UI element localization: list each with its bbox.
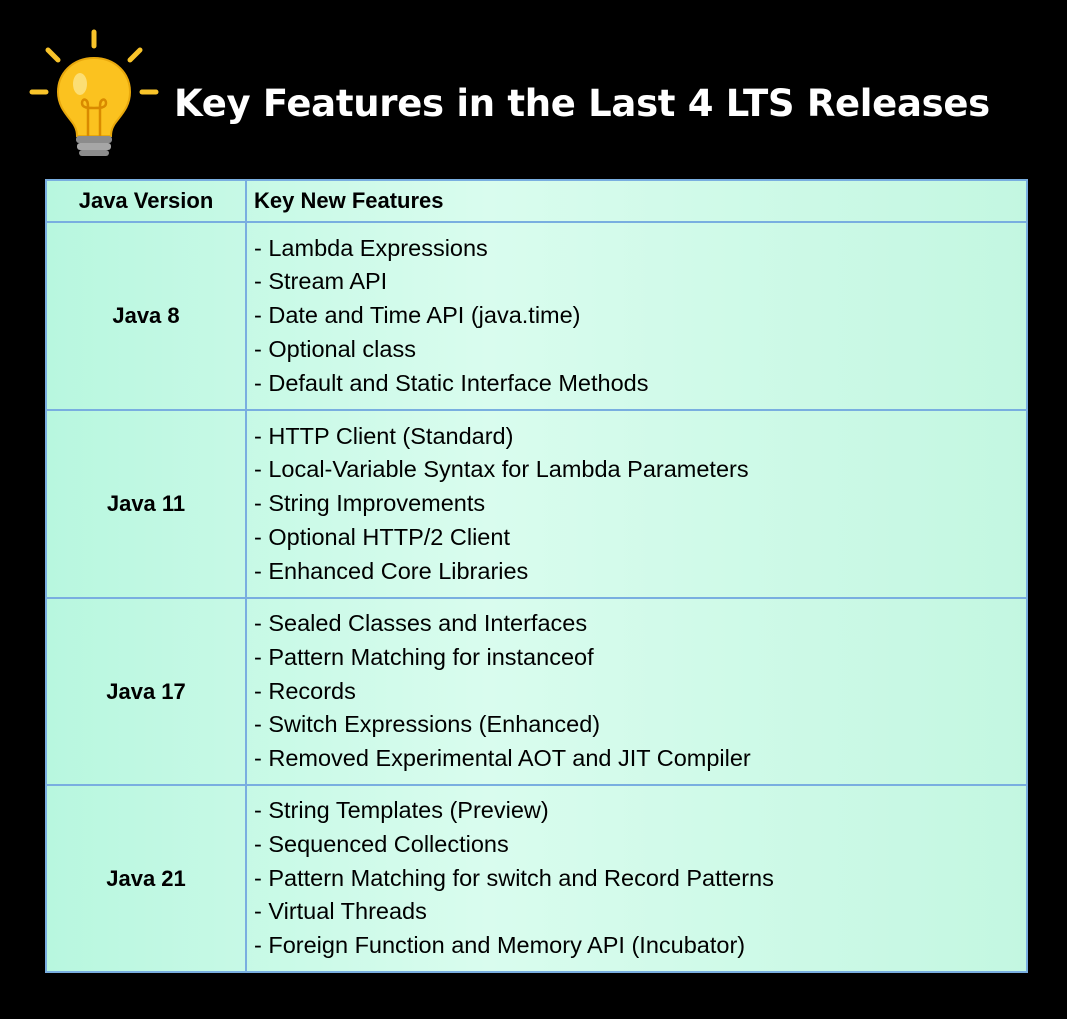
version-cell: Java 21	[47, 786, 247, 971]
version-cell: Java 8	[47, 223, 247, 409]
feature-item: - Sealed Classes and Interfaces	[254, 610, 588, 637]
table-row: Java 11 - HTTP Client (Standard) - Local…	[47, 411, 1026, 599]
feature-item: - Removed Experimental AOT and JIT Compi…	[254, 745, 751, 772]
page-title: Key Features in the Last 4 LTS Releases	[174, 82, 990, 125]
feature-item: - Local-Variable Syntax for Lambda Param…	[254, 456, 749, 483]
table-row: Java 17 - Sealed Classes and Interfaces …	[47, 599, 1026, 786]
column-header-features: Key New Features	[254, 188, 444, 213]
lightbulb-icon	[29, 29, 159, 156]
feature-item: - Optional HTTP/2 Client	[254, 523, 510, 550]
features-cell: - HTTP Client (Standard) - Local-Variabl…	[247, 411, 1026, 597]
feature-item: - Default and Static Interface Methods	[254, 369, 649, 396]
table-header-row: Java Version Key New Features	[47, 181, 1026, 223]
feature-item: - String Improvements	[254, 490, 486, 517]
table-row: Java 8 - Lambda Expressions - Stream API…	[47, 223, 1026, 411]
features-cell: - String Templates (Preview) - Sequenced…	[247, 786, 1026, 971]
feature-item: - Records	[254, 677, 356, 704]
features-cell: - Sealed Classes and Interfaces - Patter…	[247, 599, 1026, 784]
feature-item: - Enhanced Core Libraries	[254, 557, 529, 584]
feature-item: - Stream API	[254, 268, 388, 295]
feature-item: - Optional class	[254, 335, 416, 362]
lts-features-table: Java Version Key New Features Java 8 - L…	[45, 179, 1028, 973]
feature-item: - String Templates (Preview)	[254, 797, 549, 824]
feature-item: - HTTP Client (Standard)	[254, 422, 514, 449]
table-row: Java 21 - String Templates (Preview) - S…	[47, 786, 1026, 971]
feature-item: - Sequenced Collections	[254, 830, 509, 857]
version-cell: Java 11	[47, 411, 247, 597]
features-cell: - Lambda Expressions - Stream API - Date…	[247, 223, 1026, 409]
feature-item: - Foreign Function and Memory API (Incub…	[254, 932, 746, 959]
feature-item: - Switch Expressions (Enhanced)	[254, 711, 601, 738]
version-cell: Java 17	[47, 599, 247, 784]
column-header-version: Java Version	[47, 181, 247, 221]
feature-item: - Lambda Expressions	[254, 234, 488, 261]
feature-item: - Date and Time API (java.time)	[254, 302, 581, 329]
feature-item: - Pattern Matching for instanceof	[254, 643, 594, 670]
feature-item: - Virtual Threads	[254, 898, 427, 925]
feature-item: - Pattern Matching for switch and Record…	[254, 864, 774, 891]
